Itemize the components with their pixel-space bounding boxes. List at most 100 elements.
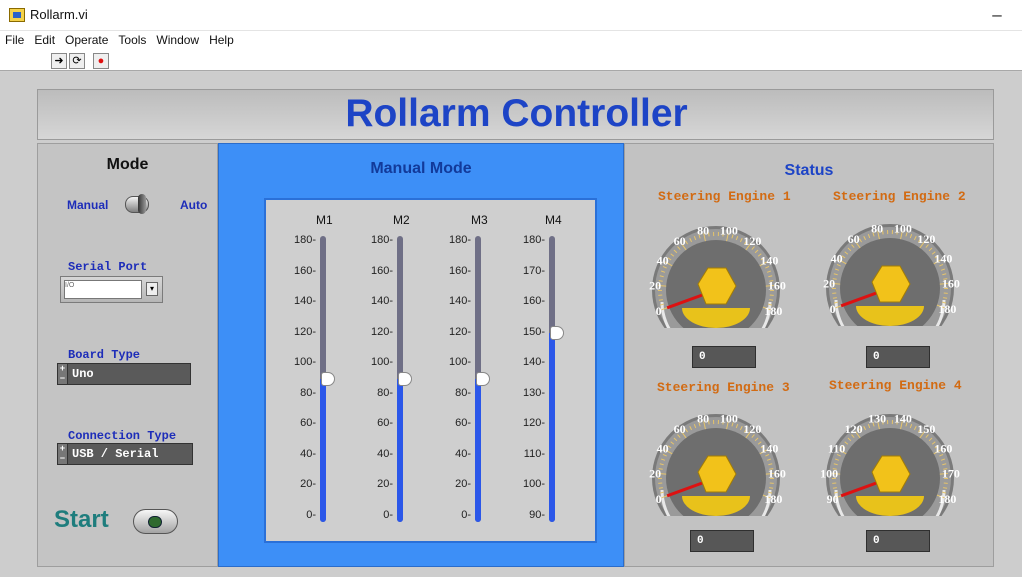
menu-help[interactable]: Help: [204, 31, 239, 47]
slider-tick-label: 120-: [293, 325, 316, 338]
slider-tick-label: 0-: [383, 509, 393, 521]
abort-icon[interactable]: ●: [93, 53, 109, 69]
header-panel: Rollarm Controller: [37, 89, 994, 140]
slider-tick-label: 140-: [370, 295, 393, 308]
gauge-tick-label: 100: [720, 411, 738, 425]
slider-name-m3: M3: [471, 213, 488, 227]
slider-tick-label: 80-: [300, 386, 316, 399]
gauge-tick-label: 80: [871, 221, 883, 235]
slider-thumb-m2[interactable]: [398, 371, 412, 386]
slider-fill: [475, 378, 481, 522]
increment-decrement-icon[interactable]: + −: [58, 444, 68, 464]
gauge-tick-label: 160: [768, 278, 786, 292]
slider-tick-label: 40-: [300, 447, 316, 460]
increment-decrement-icon[interactable]: + −: [58, 364, 68, 384]
start-button[interactable]: [133, 509, 178, 534]
run-arrow-icon[interactable]: ➜: [51, 53, 67, 69]
mode-toggle-switch[interactable]: [125, 194, 149, 214]
serial-port-control[interactable]: I/O ▾: [60, 276, 163, 303]
gauge-tick-label: 160: [942, 276, 960, 290]
slider-tick-label: 20-: [300, 478, 316, 491]
gauge-tick-label: 0: [656, 304, 662, 318]
gauge-tick-label: 180: [764, 492, 782, 506]
gauge-tick-label: 100: [894, 221, 912, 235]
connection-type-select[interactable]: + − USB / Serial: [57, 443, 193, 465]
chevron-down-icon[interactable]: ▾: [146, 282, 158, 296]
gauge-tick: [943, 297, 948, 299]
run-continuously-icon[interactable]: ⟳: [69, 53, 85, 69]
gauge-tick-label: 170: [942, 466, 960, 480]
gauge-tick: [658, 299, 663, 301]
engine-label-3: Steering Engine 3: [657, 380, 790, 395]
engine-label-1: Steering Engine 1: [658, 189, 791, 204]
vi-icon: [9, 8, 25, 22]
slider-fill: [397, 378, 403, 522]
engine-value-2: 0: [866, 346, 930, 368]
slider-tick-label: 100-: [522, 478, 545, 491]
slider-tick-label: 40-: [377, 447, 393, 460]
menu-window[interactable]: Window: [151, 31, 204, 47]
slider-thumb-m4[interactable]: [550, 325, 564, 340]
gauge-tick-label: 40: [831, 252, 843, 266]
slider-tick-label: 180-: [370, 234, 393, 246]
menu-file[interactable]: File: [0, 31, 29, 47]
gauge-tick-label: 130: [868, 411, 886, 425]
slider-tick-label: 20-: [377, 478, 393, 491]
gauge-tick-label: 20: [649, 278, 661, 292]
status-title: Status: [784, 162, 834, 179]
minimize-button[interactable]: –: [980, 2, 1014, 28]
gauge-tick: [658, 487, 663, 489]
menu-tools[interactable]: Tools: [113, 31, 151, 47]
gauge-tick: [943, 487, 948, 489]
menu-bar: File Edit Operate Tools Window Help: [0, 31, 1022, 50]
slider-tick-label: 110-: [523, 447, 545, 460]
engine-label-4: Steering Engine 4: [829, 378, 962, 393]
title-bar: Rollarm.vi –: [0, 0, 1022, 31]
gauge-tick-label: 40: [657, 254, 669, 268]
slider-tick-label: 100-: [370, 356, 393, 369]
gauge-tick-label: 180: [938, 302, 956, 316]
gauge-tick-label: 140: [760, 254, 778, 268]
slider-tick-label: 0-: [306, 509, 316, 521]
window-title: Rollarm.vi: [30, 7, 88, 22]
slider-thumb-m1[interactable]: [321, 371, 335, 386]
gauge-tick-label: 180: [764, 304, 782, 318]
slider-tick-label: 60-: [300, 417, 316, 430]
gauge-tick-label: 150: [917, 422, 935, 436]
gauge-tick-label: 0: [656, 492, 662, 506]
gauge-tick-label: 20: [823, 276, 835, 290]
gauge-tick-label: 140: [934, 252, 952, 266]
slider-tick-label: 160-: [448, 264, 471, 277]
gauge-tick-label: 140: [894, 411, 912, 425]
slider-tick-label: 40-: [455, 447, 471, 460]
slider-tick-label: 180-: [448, 234, 471, 246]
slider-tick-label: 90-: [529, 509, 545, 521]
menu-edit[interactable]: Edit: [29, 31, 60, 47]
engine-value-1: 0: [692, 346, 756, 368]
gauge-tick-label: 120: [743, 234, 761, 248]
gauge-tick-label: 60: [674, 234, 686, 248]
gauge-4: 90 100 110120 130 140 150 160 170 180: [820, 411, 960, 516]
gauge-tick-label: 140: [760, 442, 778, 456]
gauge-tick-label: 80: [697, 223, 709, 237]
page-title: Rollarm Controller: [345, 92, 688, 135]
menu-operate[interactable]: Operate: [60, 31, 113, 47]
slider-tick-label: 100-: [448, 356, 471, 369]
slider-track-m4[interactable]: [549, 236, 555, 522]
slider-tick-label: 150-: [522, 325, 545, 338]
gauge-tick-label: 60: [848, 232, 860, 246]
board-type-select[interactable]: + − Uno: [57, 363, 191, 385]
gauge-tick-label: 40: [657, 442, 669, 456]
gauge-tick: [769, 299, 774, 301]
sliders-box: [264, 198, 597, 543]
slider-tick-label: 140-: [293, 295, 316, 308]
slider-thumb-m3[interactable]: [476, 371, 490, 386]
serial-port-input[interactable]: [64, 280, 142, 299]
slider-tick-label: 0-: [461, 509, 471, 521]
slider-tick-label: 120-: [522, 417, 545, 430]
toggle-lever-icon: [138, 194, 146, 214]
mode-title: Mode: [106, 156, 149, 173]
gauge-tick-label: 120: [917, 232, 935, 246]
gauge-tick: [769, 487, 774, 489]
slider-tick-label: 80-: [377, 386, 393, 399]
